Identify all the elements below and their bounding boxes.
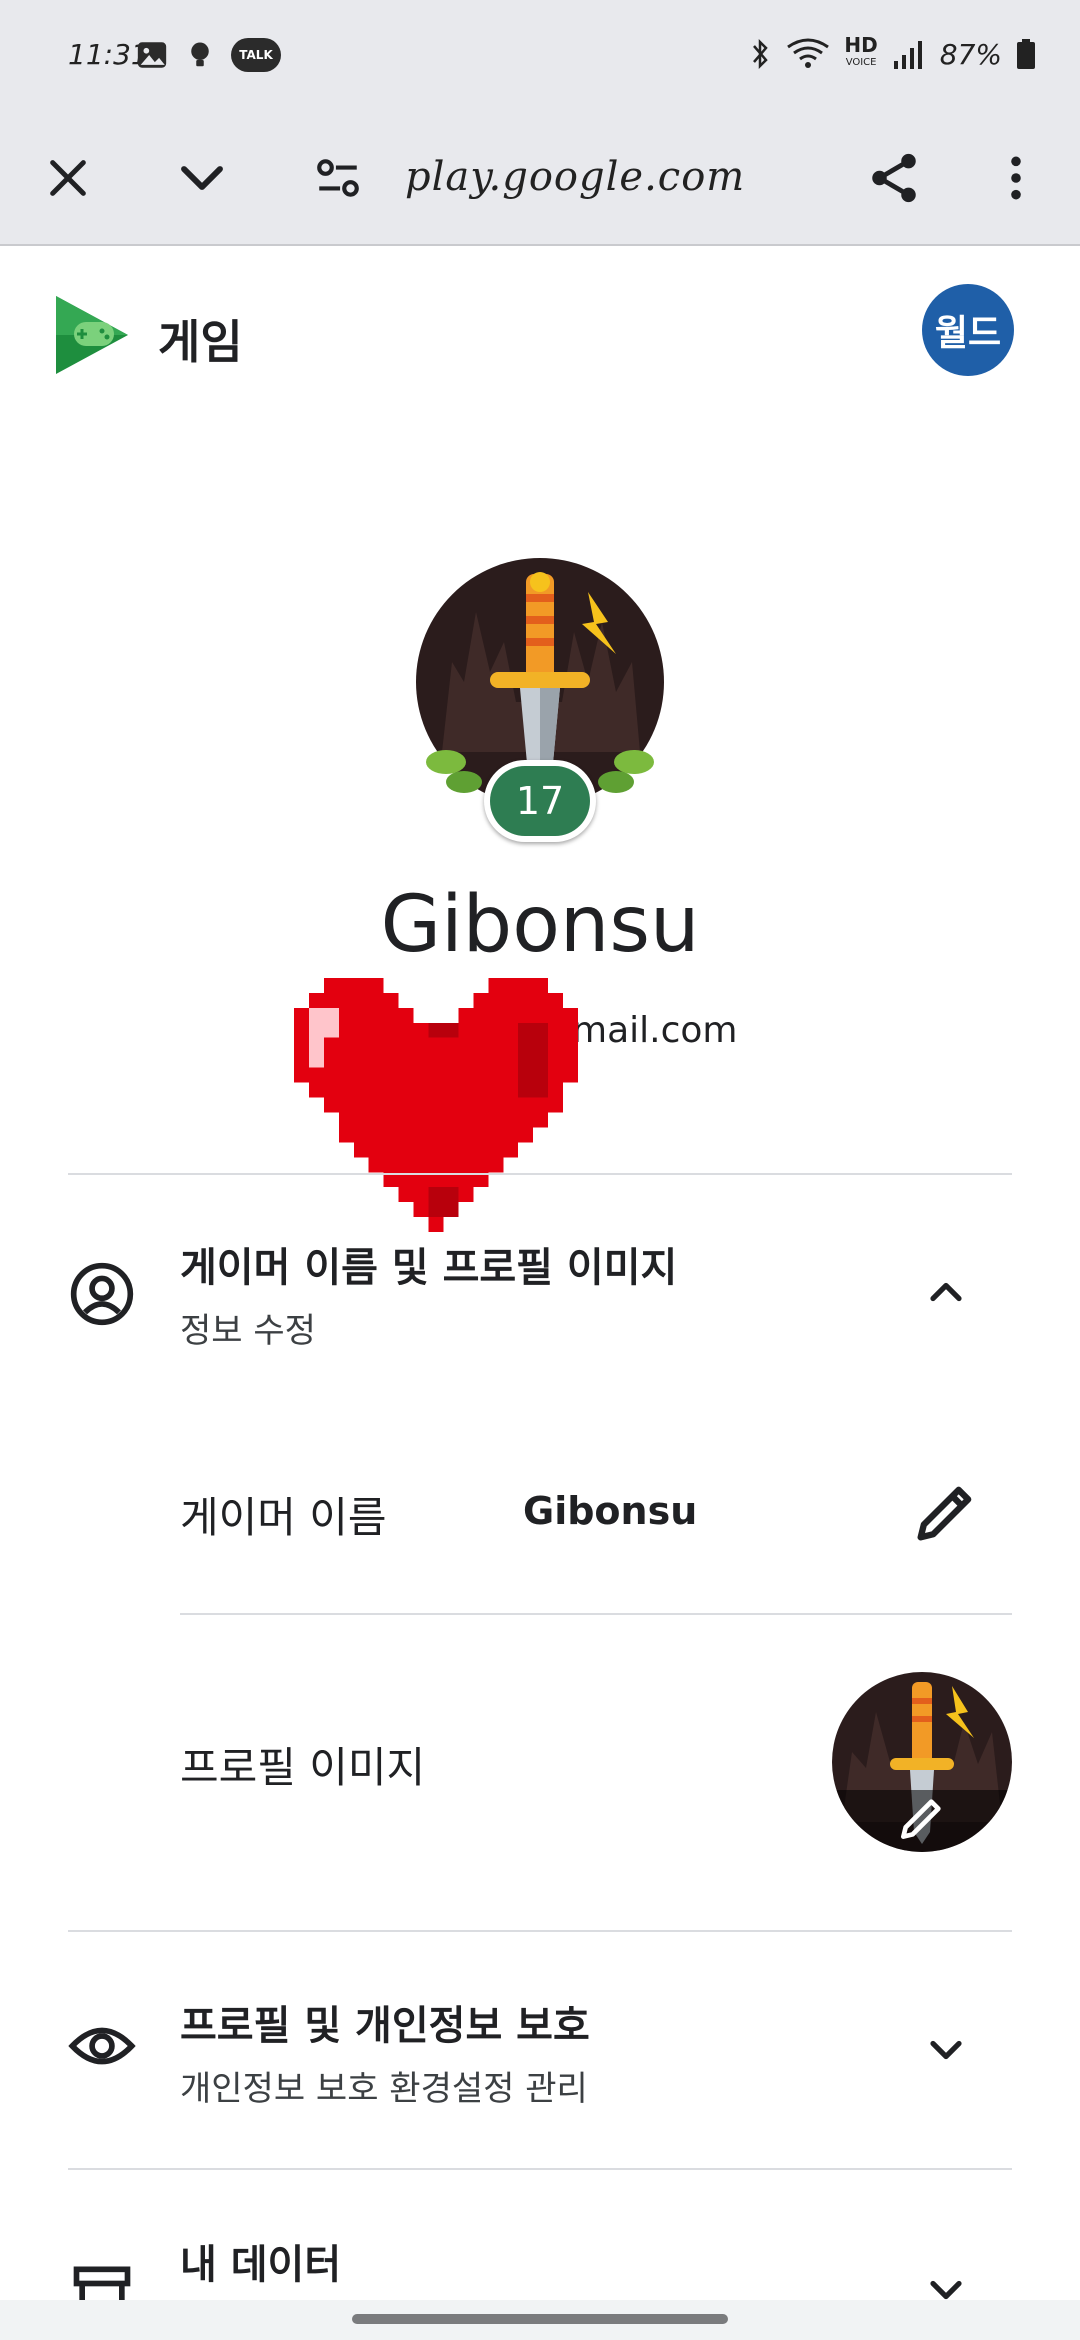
profile-image-label: 프로필 이미지 (180, 1743, 426, 1792)
avatar-text: 월드 (934, 313, 1002, 354)
edit-photo-pencil-icon (901, 1799, 941, 1839)
section-data-title: 내 데이터 (180, 2242, 342, 2288)
share-button[interactable] (854, 138, 934, 218)
divider (68, 1930, 1012, 1932)
level-badge: 17 (484, 760, 596, 842)
share-icon (872, 153, 916, 203)
app-title: 게임 (158, 315, 243, 369)
gesture-handle[interactable] (352, 2314, 728, 2324)
battery-percent: 87% (939, 37, 1002, 71)
battery-icon (1017, 39, 1035, 69)
gallery-icon (137, 42, 167, 68)
section-gamer-subtitle: 정보 수정 (180, 1311, 316, 1351)
chevron-up-icon[interactable] (920, 1266, 972, 1318)
pixel-heart-sticker (294, 977, 578, 1233)
more-vert-icon (1011, 156, 1021, 200)
browser-chrome: 11:31 TALK HD VOICE 87% play.google.com (0, 0, 1080, 246)
edit-name-pencil-icon[interactable] (908, 1474, 984, 1550)
status-bar: 11:31 TALK HD VOICE 87% (0, 0, 1080, 110)
divider (180, 1613, 1012, 1615)
close-icon (50, 160, 86, 196)
divider (68, 1173, 1012, 1175)
minimize-button[interactable] (162, 138, 242, 218)
tune-icon (317, 159, 359, 197)
talk-label: TALK (239, 48, 273, 62)
app-header: 게임 월드 (0, 246, 1080, 416)
close-tab-button[interactable] (28, 138, 108, 218)
player-name: Gibonsu (380, 880, 700, 970)
account-avatar[interactable]: 월드 (922, 284, 1014, 376)
profile-image-edit-button[interactable] (832, 1672, 1012, 1852)
browser-toolbar: play.google.com (0, 110, 1080, 246)
eye-icon (68, 2027, 136, 2065)
bluetooth-icon (753, 38, 769, 70)
bulb-icon (191, 42, 209, 67)
voice-label: VOICE (845, 57, 877, 68)
play-games-logo-icon[interactable] (52, 292, 132, 378)
url-text[interactable]: play.google.com (405, 154, 745, 200)
wifi-icon (787, 38, 830, 68)
level-number: 17 (490, 766, 590, 836)
notification-icons: TALK (135, 38, 281, 72)
account-email: mail.com (572, 1010, 738, 1051)
gamer-name-value: Gibonsu (523, 1489, 698, 1533)
system-status: HD VOICE 87% (748, 35, 1036, 72)
chevron-down-icon (181, 166, 223, 190)
talk-icon: TALK (231, 38, 281, 72)
signal-icon (893, 41, 922, 69)
account-circle-icon (70, 1262, 134, 1326)
section-gamer-title: 게이머 이름 및 프로필 이미지 (180, 1245, 678, 1291)
divider (68, 2168, 1012, 2170)
section-privacy-title: 프로필 및 개인정보 보호 (180, 2003, 590, 2049)
site-settings-button[interactable] (298, 138, 378, 218)
chevron-down-icon[interactable] (920, 2024, 972, 2076)
section-privacy-subtitle: 개인정보 보호 환경설정 관리 (180, 2069, 588, 2109)
more-options-button[interactable] (976, 138, 1056, 218)
gamer-name-label: 게이머 이름 (180, 1493, 387, 1542)
hd-voice-icon: HD VOICE (844, 35, 877, 72)
